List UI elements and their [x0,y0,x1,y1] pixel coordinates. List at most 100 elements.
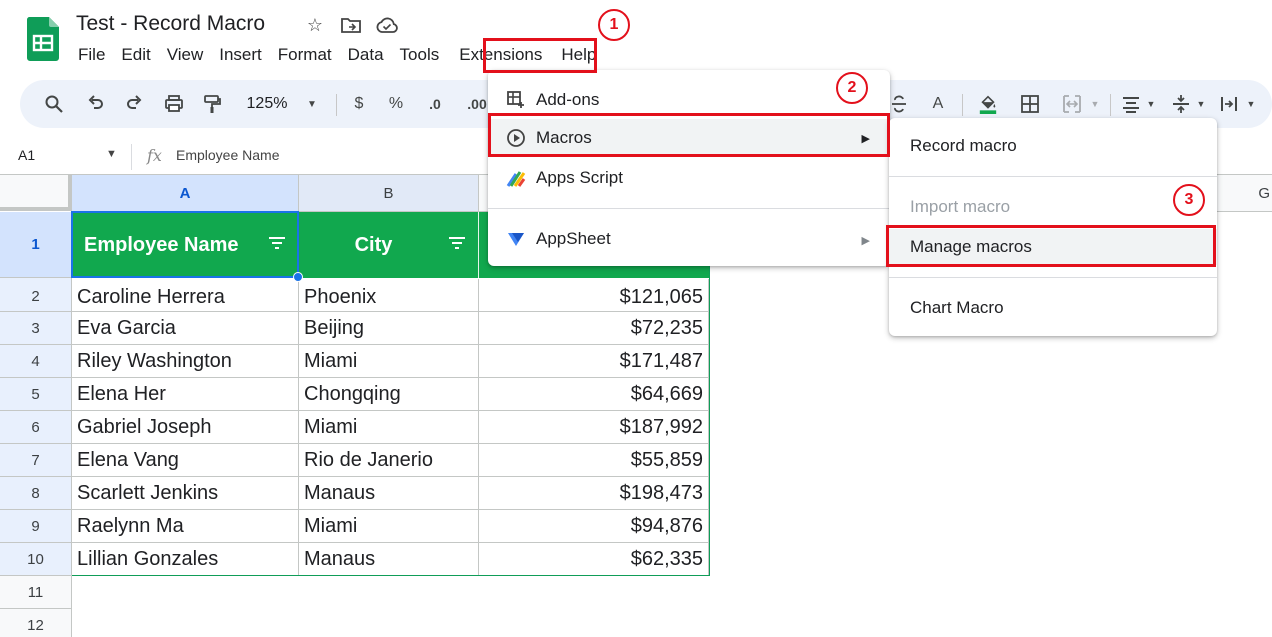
table-cell[interactable]: Eva Garcia [72,312,299,345]
table-cell[interactable]: Gabriel Joseph [72,411,299,444]
table-cell[interactable]: $62,335 [479,543,709,576]
vertical-align-dropdown-icon[interactable]: ▼ [1194,92,1208,116]
redo-icon[interactable] [122,92,146,116]
currency-format-button[interactable]: $ [350,92,368,116]
column-header-a[interactable]: A [72,175,299,212]
select-all-corner[interactable] [0,175,72,211]
row-header-12[interactable]: 12 [0,609,72,637]
text-wrapping-dropdown-icon[interactable]: ▼ [1244,92,1258,116]
function-icon: fx [147,146,162,165]
search-menus-icon[interactable] [42,92,66,116]
document-title[interactable]: Test - Record Macro [76,12,265,36]
table-cell[interactable]: Manaus [299,543,479,576]
row-header-5[interactable]: 5 [0,378,72,411]
menu-edit[interactable]: Edit [113,44,158,66]
table-cell[interactable]: $198,473 [479,477,709,510]
table-cell[interactable]: Phoenix [299,279,479,312]
text-wrapping-icon[interactable] [1218,92,1240,116]
table-cell[interactable]: Elena Her [72,378,299,411]
row-header-8[interactable]: 8 [0,477,72,510]
table-cell[interactable]: Lillian Gonzales [72,543,299,576]
horizontal-align-dropdown-icon[interactable]: ▼ [1144,92,1158,116]
table-cell[interactable]: Caroline Herrera [72,279,299,312]
table-header-cell[interactable]: City [299,212,479,278]
row-header-11[interactable]: 11 [0,576,72,609]
toolbar-divider [1110,94,1111,116]
menu-view[interactable]: View [159,44,212,66]
row-header-4[interactable]: 4 [0,345,72,378]
table-cell[interactable]: $187,992 [479,411,709,444]
table-cell[interactable]: Chongqing [299,378,479,411]
strikethrough-icon[interactable] [888,92,910,116]
table-border [709,212,710,576]
table-cell[interactable]: Scarlett Jenkins [72,477,299,510]
table-cell[interactable]: $171,487 [479,345,709,378]
merge-cells-icon[interactable] [1060,92,1084,116]
callout-badge-1: 1 [598,9,630,41]
percent-format-button[interactable]: % [387,92,405,116]
move-folder-icon[interactable] [340,14,362,36]
table-cell[interactable]: Miami [299,411,479,444]
increase-decimal-button[interactable]: .00 [464,92,490,116]
menu-tools[interactable]: Tools [392,44,448,66]
table-cell[interactable]: Rio de Janerio [299,444,479,477]
print-icon[interactable] [162,92,186,116]
column-header-b[interactable]: B [299,175,479,212]
menu-item-label: Add-ons [536,90,600,109]
zoom-select[interactable]: 125% [242,92,292,116]
table-cell[interactable]: Miami [299,510,479,543]
menu-format[interactable]: Format [270,44,340,66]
table-cell[interactable]: Beijing [299,312,479,345]
name-box[interactable]: A1 [18,147,35,163]
merge-dropdown-icon[interactable]: ▼ [1088,92,1102,116]
add-ons-icon [506,90,526,110]
sheets-logo-icon[interactable] [26,17,59,61]
borders-icon[interactable] [1018,92,1042,116]
menu-item-label: AppSheet [536,229,611,248]
filter-icon[interactable] [448,236,466,250]
menu-insert[interactable]: Insert [211,44,270,66]
menu-item-apps-script[interactable]: Apps Script [488,160,890,196]
column-header-g[interactable]: G [1216,175,1272,212]
menu-item-appsheet[interactable]: AppSheet ▶ [488,221,890,257]
fill-handle[interactable] [293,272,303,282]
menu-item-chart-macro[interactable]: Chart Macro [889,290,1217,326]
vertical-align-icon[interactable] [1170,92,1192,116]
table-cell[interactable]: Miami [299,345,479,378]
row-header-2[interactable]: 2 [0,278,72,312]
horizontal-align-icon[interactable] [1120,92,1142,116]
table-cell[interactable]: $64,669 [479,378,709,411]
fill-color-icon[interactable] [976,92,1000,116]
table-cell[interactable]: $121,065 [479,279,709,312]
row-header-7[interactable]: 7 [0,444,72,477]
header-label: City [354,233,393,256]
name-box-dropdown-icon[interactable]: ▼ [106,148,117,160]
row-header-6[interactable]: 6 [0,411,72,444]
table-cell[interactable]: Riley Washington [72,345,299,378]
callout-badge-3: 3 [1173,184,1205,216]
text-color-button[interactable]: A [928,92,948,116]
decrease-decimal-button[interactable]: .0 [423,92,447,116]
paint-format-icon[interactable] [200,92,224,116]
star-icon[interactable]: ☆ [304,14,326,36]
appsheet-icon [506,229,526,249]
table-cell[interactable]: $55,859 [479,444,709,477]
menu-data[interactable]: Data [340,44,392,66]
menu-item-record-macro[interactable]: Record macro [889,128,1217,164]
zoom-dropdown-icon[interactable]: ▼ [304,92,320,116]
table-cell[interactable]: Manaus [299,477,479,510]
row-header-1[interactable]: 1 [0,212,72,278]
table-cell[interactable]: $94,876 [479,510,709,543]
table-border [72,575,710,576]
menu-file[interactable]: File [70,44,113,66]
row-header-9[interactable]: 9 [0,510,72,543]
row-header-10[interactable]: 10 [0,543,72,576]
cloud-saved-icon[interactable] [376,14,398,36]
table-cell[interactable]: Elena Vang [72,444,299,477]
row-header-3[interactable]: 3 [0,312,72,345]
toolbar-divider [962,94,963,116]
undo-icon[interactable] [84,92,108,116]
table-cell[interactable]: Raelynn Ma [72,510,299,543]
formula-input[interactable]: Employee Name [176,147,280,163]
table-cell[interactable]: $72,235 [479,312,709,345]
